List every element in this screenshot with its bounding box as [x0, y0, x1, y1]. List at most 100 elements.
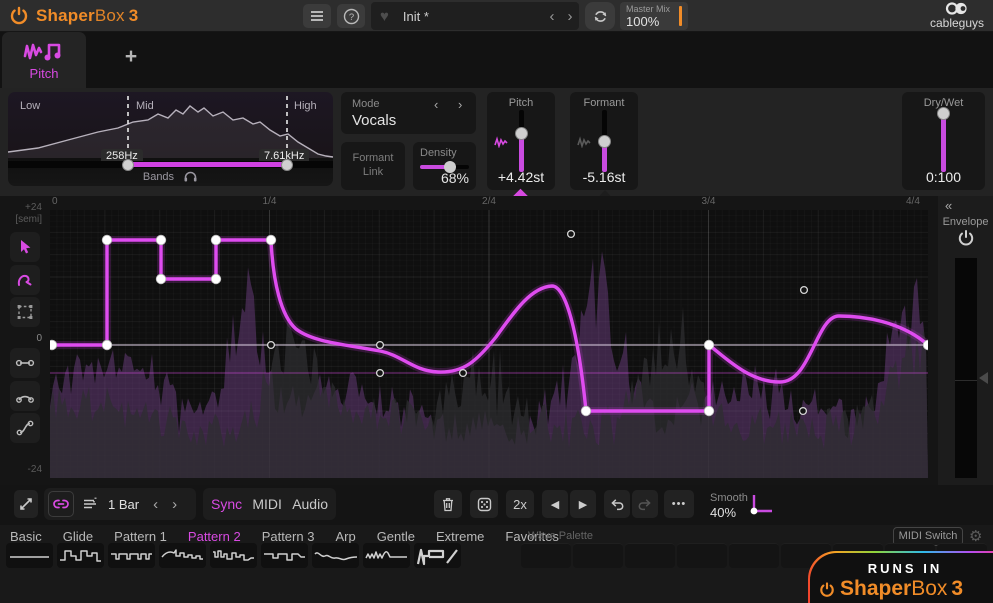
shift-right-button[interactable]: ▶ [570, 490, 596, 518]
sync-mode-button[interactable]: Sync [211, 496, 242, 512]
clear-pattern-button[interactable] [434, 490, 462, 518]
curve-point[interactable] [211, 274, 221, 284]
smooth-curve-widget[interactable] [748, 491, 776, 519]
formant-slider-panel[interactable]: Formant -5.16st [570, 92, 638, 190]
curve-ghost-point[interactable] [568, 231, 575, 238]
midi-mode-button[interactable]: MIDI [252, 496, 282, 512]
shift-left-button[interactable]: ◀ [542, 490, 568, 518]
curve-point[interactable] [704, 406, 714, 416]
palette-slot-3[interactable] [625, 543, 675, 568]
envelope-meter[interactable] [955, 258, 977, 478]
band-handle-low[interactable] [122, 159, 134, 171]
curve-ghost-point[interactable] [377, 370, 384, 377]
curve-ghost-point[interactable] [377, 342, 384, 349]
curve-point[interactable] [704, 340, 714, 350]
palette-slot-1[interactable] [521, 543, 571, 568]
mode-selector[interactable]: Mode ‹ › Vocals [341, 92, 476, 134]
curve-point[interactable] [211, 235, 221, 245]
drywet-slider-thumb[interactable] [937, 107, 950, 120]
density-control[interactable]: Density 68% [413, 142, 476, 190]
tool-marquee-button[interactable] [10, 297, 40, 327]
bands-label: Bands [8, 170, 333, 183]
tool-select-button[interactable] [10, 232, 40, 262]
tool-scurve-button[interactable] [10, 413, 40, 443]
tool-line-button[interactable] [10, 348, 40, 378]
band-low-label: Low [20, 100, 40, 112]
wave-preset-button-1[interactable] [6, 543, 53, 568]
band-display[interactable]: Low Mid High 258Hz 7.61kHz Bands [8, 92, 333, 186]
curve-ghost-point[interactable] [460, 370, 467, 377]
tool-arc-button[interactable] [10, 381, 40, 411]
wave-shape-icon [57, 543, 104, 568]
curve-point[interactable] [50, 340, 57, 350]
wave-preset-button-4[interactable] [159, 543, 206, 568]
randomize-button[interactable] [470, 490, 498, 518]
envelope-power-icon[interactable] [956, 229, 976, 249]
length-next-button[interactable]: › [172, 496, 177, 513]
add-tab-button[interactable]: + [118, 44, 144, 70]
editor-canvas[interactable] [50, 210, 928, 478]
timeline-ruler: 01/42/43/44/4 [50, 196, 928, 209]
pattern-length-value[interactable]: 1 Bar [108, 497, 139, 512]
curve-point[interactable] [581, 406, 591, 416]
wave-preset-button-5[interactable] [210, 543, 257, 568]
palette-slot-2[interactable] [573, 543, 623, 568]
tab-pitch[interactable]: Pitch [2, 32, 86, 88]
wave-preset-button-9[interactable] [414, 543, 461, 568]
double-pattern-button[interactable]: 2x [506, 490, 534, 518]
menu-button[interactable] [303, 4, 331, 28]
preset-name[interactable]: Init * [403, 9, 543, 24]
palette-slot-5[interactable] [729, 543, 779, 568]
mode-value[interactable]: Vocals [352, 112, 396, 129]
tool-draw-button[interactable] [10, 265, 40, 295]
more-options-button[interactable]: ••• [664, 490, 694, 518]
preset-prev-button[interactable]: ‹ [543, 8, 561, 25]
band-handle-high[interactable] [281, 159, 293, 171]
wave-preset-button-3[interactable] [108, 543, 155, 568]
wave-preset-button-7[interactable] [312, 543, 359, 568]
editor-grid[interactable] [50, 210, 928, 478]
link-button[interactable] [48, 491, 74, 517]
wave-preset-button-6[interactable] [261, 543, 308, 568]
pitch-slider-thumb[interactable] [515, 127, 528, 140]
loop-button[interactable] [585, 2, 615, 30]
audio-mode-button[interactable]: Audio [292, 496, 328, 512]
pitch-slider-panel[interactable]: Pitch +4.42st [487, 92, 555, 190]
redo-button[interactable] [632, 490, 658, 518]
headphones-icon[interactable] [183, 170, 198, 182]
palette-slot-4[interactable] [677, 543, 727, 568]
pattern-editor[interactable]: +24 [semi] 0 -24 [0, 196, 993, 485]
expand-editor-button[interactable] [14, 490, 38, 518]
power-icon[interactable] [8, 5, 30, 27]
curve-point[interactable] [156, 235, 166, 245]
formant-link-button[interactable]: Formant Link [341, 142, 405, 190]
mode-next-button[interactable]: › [458, 97, 462, 112]
master-mix-slider[interactable] [679, 6, 682, 26]
wave-shape-icon [414, 543, 461, 568]
master-mix-control[interactable]: Master Mix 100% [620, 2, 688, 30]
curve-point[interactable] [102, 340, 112, 350]
curve-point[interactable] [156, 274, 166, 284]
envelope-handle-arrow[interactable] [979, 372, 988, 384]
favorite-heart-icon[interactable]: ♥ [380, 8, 389, 25]
curve-point[interactable] [266, 235, 276, 245]
mode-label: Mode [352, 98, 380, 110]
curve-point[interactable] [102, 235, 112, 245]
cableguys-brand[interactable]: cableguys [927, 2, 987, 30]
collapse-panel-button[interactable]: « [945, 198, 951, 213]
time-label-0: 0 [52, 196, 58, 207]
band-mid-label: Mid [136, 100, 154, 112]
length-prev-button[interactable]: ‹ [153, 496, 158, 513]
undo-button[interactable] [604, 490, 630, 518]
wave-preset-button-8[interactable] [363, 543, 410, 568]
formant-slider-thumb[interactable] [598, 135, 611, 148]
drywet-slider-panel[interactable]: Dry/Wet 0:100 [902, 92, 985, 190]
preset-next-button[interactable]: › [561, 8, 579, 25]
wave-preset-button-2[interactable] [57, 543, 104, 568]
curve-ghost-point[interactable] [800, 408, 807, 415]
pattern-steps-icon[interactable] [82, 497, 98, 511]
curve-ghost-point[interactable] [268, 342, 275, 349]
curve-ghost-point[interactable] [801, 287, 808, 294]
help-button[interactable]: ? [337, 4, 365, 28]
mode-prev-button[interactable]: ‹ [434, 97, 438, 112]
